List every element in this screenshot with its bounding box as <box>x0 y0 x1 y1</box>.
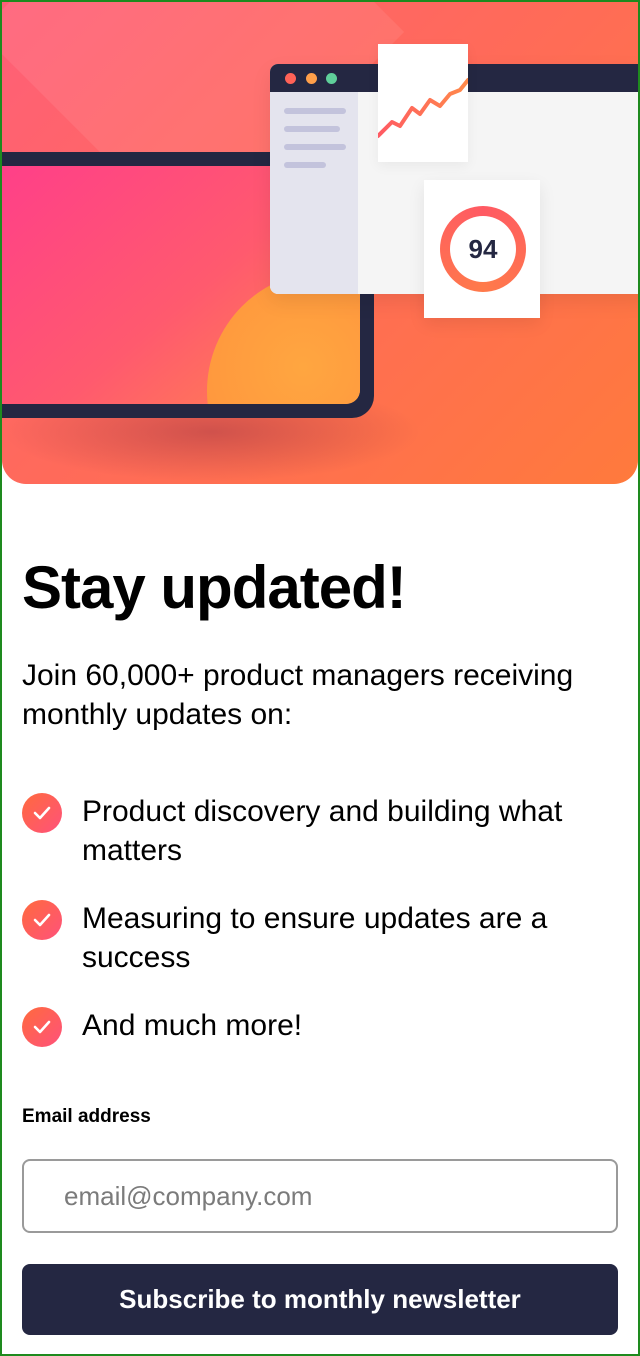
check-icon <box>22 900 62 940</box>
email-label: Email address <box>22 1106 151 1127</box>
hero-illustration: 94 <box>2 2 638 484</box>
check-icon <box>22 793 62 833</box>
page-title: Stay updated! <box>22 554 407 621</box>
score-card: 94 <box>424 180 540 318</box>
check-icon <box>22 1007 62 1047</box>
feature-text: Measuring to ensure updates are a succes… <box>82 902 548 974</box>
minimize-dot-icon <box>306 73 317 84</box>
sidebar-line <box>284 162 326 168</box>
sidebar-line <box>284 144 346 150</box>
feature-text: Product discovery and building what matt… <box>82 795 563 867</box>
list-item: Measuring to ensure updates are a succes… <box>22 899 622 977</box>
sidebar-line <box>284 108 346 114</box>
feature-list: Product discovery and building what matt… <box>22 792 622 1047</box>
trend-chart-card <box>376 44 470 162</box>
trend-line-icon <box>376 78 470 138</box>
close-dot-icon <box>285 73 296 84</box>
list-item: Product discovery and building what matt… <box>22 792 622 870</box>
maximize-dot-icon <box>326 73 337 84</box>
score-value: 94 <box>450 216 516 282</box>
email-field[interactable] <box>22 1159 618 1233</box>
subscribe-button[interactable]: Subscribe to monthly newsletter <box>22 1264 618 1335</box>
sidebar-line <box>284 126 340 132</box>
intro-text: Join 60,000+ product managers receiving … <box>22 659 574 731</box>
feature-text: And much more! <box>82 1009 303 1042</box>
list-item: And much more! <box>22 1006 622 1047</box>
score-ring: 94 <box>440 206 526 292</box>
browser-sidebar <box>270 92 358 294</box>
